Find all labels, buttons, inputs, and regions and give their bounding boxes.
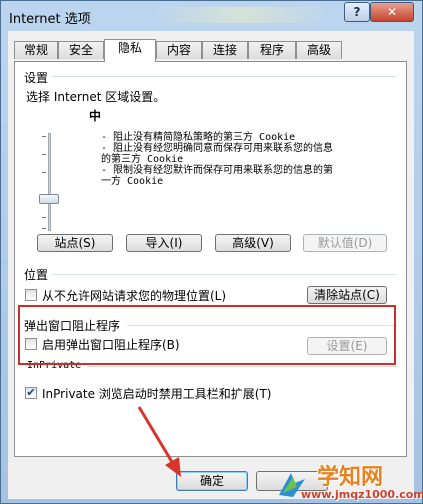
- tab-general[interactable]: 常规: [14, 41, 58, 59]
- clear-sites-button[interactable]: 清除站点(C): [307, 286, 387, 304]
- advanced-button[interactable]: 高级(V): [215, 234, 291, 252]
- privacy-slider-track[interactable]: [48, 133, 51, 231]
- check-icon: ✔: [26, 386, 36, 399]
- close-icon: ✕: [386, 5, 398, 19]
- slider-tick: [42, 172, 46, 173]
- privacy-rules: - 阻止没有精简隐私策略的第三方 Cookie - 阻止没有经您明确同意而保存可…: [101, 132, 333, 187]
- rule-line: 的第三方 Cookie: [101, 154, 184, 165]
- tab-security[interactable]: 安全: [58, 41, 104, 59]
- zone-instruction: 选择 Internet 区域设置。: [26, 90, 166, 104]
- location-group-divider: [53, 274, 397, 275]
- internet-options-window: Internet 选项 ? ✕ 常规 安全 隐私 内容 连接 程序 高级 设置 …: [0, 0, 423, 504]
- title-bar[interactable]: Internet 选项 ? ✕: [1, 1, 422, 31]
- arrow-head-icon: [165, 457, 181, 477]
- slider-tick: [42, 154, 46, 155]
- window-title: Internet 选项: [9, 12, 91, 27]
- sites-button[interactable]: 站点(S): [37, 234, 113, 252]
- slider-tick: [42, 228, 46, 229]
- title-bar-background: [151, 7, 331, 23]
- tab-programs[interactable]: 程序: [248, 41, 296, 59]
- location-checkbox-label[interactable]: 从不允许网站请求您的物理位置(L): [42, 287, 226, 304]
- annotation-arrow: [137, 406, 181, 477]
- rule-line: 一方 Cookie: [101, 176, 164, 187]
- help-button[interactable]: ?: [344, 2, 370, 22]
- inprivate-group-divider: [87, 366, 397, 367]
- tab-advanced[interactable]: 高级: [296, 41, 342, 59]
- settings-group-divider: [53, 76, 397, 77]
- slider-tick: [42, 217, 46, 218]
- rule-line: - 限制没有经您默许而保存可用来联系您的信息的第: [101, 165, 334, 176]
- watermark-text: 学知网: [317, 465, 384, 490]
- settings-group-label: 设置: [24, 71, 49, 85]
- location-group-label: 位置: [24, 268, 49, 282]
- rule-line: - 阻止没有精简隐私策略的第三方 Cookie: [101, 132, 296, 143]
- dialog-client-area: 常规 安全 隐私 内容 连接 程序 高级 设置 选择 Internet 区域设置…: [8, 31, 414, 499]
- slider-tick: [42, 136, 46, 137]
- import-button[interactable]: 导入(I): [126, 234, 202, 252]
- privacy-level: 中: [89, 109, 102, 123]
- rule-line: - 阻止没有经您明确同意而保存可用来联系您的信息: [101, 143, 334, 154]
- privacy-panel: 设置 选择 Internet 区域设置。 中 - 阻止没有精简隐私策略的第三方 …: [14, 61, 407, 457]
- tab-connections[interactable]: 连接: [202, 41, 248, 59]
- location-checkbox[interactable]: [25, 289, 37, 301]
- inprivate-checkbox[interactable]: ✔: [25, 387, 37, 399]
- privacy-slider-thumb[interactable]: [39, 194, 59, 204]
- arrow-shaft: [137, 406, 177, 468]
- close-button[interactable]: ✕: [370, 2, 414, 22]
- default-button[interactable]: 默认值(D): [303, 234, 387, 252]
- watermark-url: www.jmqz1000.com: [301, 488, 423, 501]
- tab-content[interactable]: 内容: [156, 41, 202, 59]
- tab-privacy[interactable]: 隐私: [104, 39, 156, 62]
- inprivate-checkbox-label[interactable]: InPrivate 浏览启动时禁用工具栏和扩展(T): [42, 385, 272, 402]
- highlight-box: [18, 305, 396, 365]
